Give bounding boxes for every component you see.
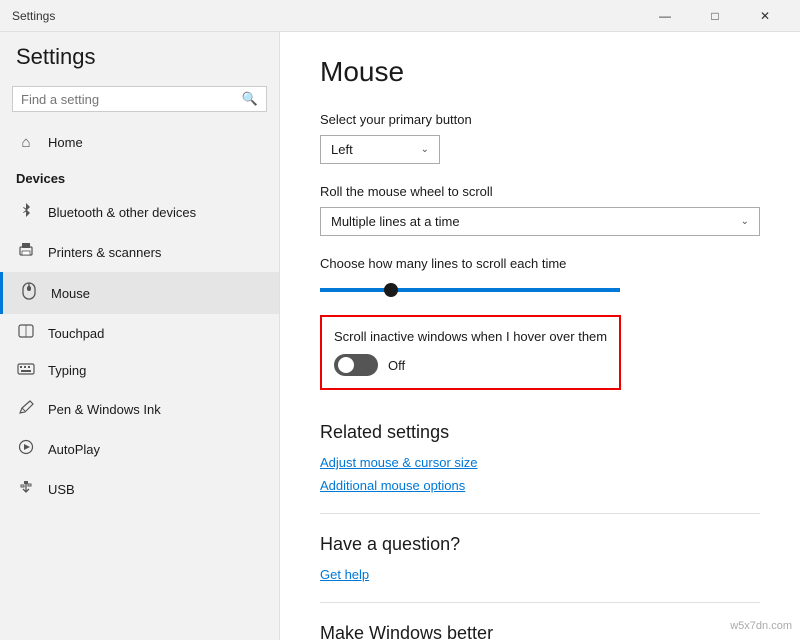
sidebar-item-usb[interactable]: USB — [0, 469, 279, 509]
search-input[interactable] — [21, 92, 242, 107]
sidebar-header: Settings — [0, 32, 279, 78]
devices-section-label: Devices — [0, 161, 279, 192]
minimize-button[interactable]: — — [642, 0, 688, 32]
sidebar-item-autoplay-label: AutoPlay — [48, 442, 100, 457]
primary-button-value: Left — [331, 142, 353, 157]
scroll-inactive-title: Scroll inactive windows when I hover ove… — [334, 329, 607, 344]
scroll-lines-slider-container — [320, 279, 760, 295]
sidebar-item-touchpad-label: Touchpad — [48, 326, 104, 341]
scroll-lines-label: Choose how many lines to scroll each tim… — [320, 256, 760, 271]
maximize-button[interactable]: □ — [692, 0, 738, 32]
scroll-wheel-arrow-icon: ⌄ — [741, 216, 749, 227]
primary-button-label: Select your primary button — [320, 112, 760, 127]
bluetooth-icon — [16, 202, 36, 222]
search-icon: 🔍 — [242, 91, 258, 107]
pen-icon — [16, 399, 36, 419]
make-better-title: Make Windows better — [320, 623, 760, 640]
sidebar-item-pen-label: Pen & Windows Ink — [48, 402, 161, 417]
main-panel: Mouse Select your primary button Left ⌄ … — [280, 0, 800, 640]
main-content: Mouse Select your primary button Left ⌄ … — [280, 32, 800, 640]
scroll-wheel-value: Multiple lines at a time — [331, 214, 460, 229]
home-icon: ⌂ — [16, 134, 36, 151]
additional-mouse-link[interactable]: Additional mouse options — [320, 478, 760, 493]
title-bar: Settings — □ ✕ — [0, 0, 800, 32]
primary-button-arrow-icon: ⌄ — [421, 144, 429, 155]
sidebar-item-typing[interactable]: Typing — [0, 352, 279, 389]
scroll-inactive-toggle[interactable] — [334, 354, 378, 376]
sidebar-item-mouse[interactable]: Mouse — [0, 272, 279, 314]
close-button[interactable]: ✕ — [742, 0, 788, 32]
get-help-link[interactable]: Get help — [320, 567, 760, 582]
sidebar: Settings 🔍 ⌂ Home Devices Bluetooth & ot… — [0, 0, 280, 640]
search-box[interactable]: 🔍 — [12, 86, 267, 112]
sidebar-item-mouse-label: Mouse — [51, 286, 90, 301]
sidebar-item-printers-label: Printers & scanners — [48, 245, 161, 260]
title-bar-controls: — □ ✕ — [642, 0, 788, 32]
sidebar-item-bluetooth-label: Bluetooth & other devices — [48, 205, 196, 220]
sidebar-item-usb-label: USB — [48, 482, 75, 497]
title-bar-title: Settings — [12, 9, 55, 23]
mouse-icon — [19, 282, 39, 304]
question-title: Have a question? — [320, 534, 760, 555]
scroll-inactive-section: Scroll inactive windows when I hover ove… — [320, 315, 621, 390]
primary-button-dropdown[interactable]: Left ⌄ — [320, 135, 440, 164]
toggle-row: Off — [334, 354, 607, 376]
autoplay-icon — [16, 439, 36, 459]
scroll-lines-slider[interactable] — [320, 288, 620, 292]
adjust-mouse-link[interactable]: Adjust mouse & cursor size — [320, 455, 760, 470]
page-title: Mouse — [320, 56, 760, 88]
watermark: w5x7dn.com — [730, 620, 792, 632]
scroll-wheel-label: Roll the mouse wheel to scroll — [320, 184, 760, 199]
scroll-wheel-dropdown[interactable]: Multiple lines at a time ⌄ — [320, 207, 760, 236]
sidebar-item-typing-label: Typing — [48, 363, 86, 378]
touchpad-icon — [16, 324, 36, 342]
sidebar-item-home-label: Home — [48, 135, 83, 150]
related-settings-title: Related settings — [320, 422, 760, 443]
sidebar-item-bluetooth[interactable]: Bluetooth & other devices — [0, 192, 279, 232]
sidebar-item-touchpad[interactable]: Touchpad — [0, 314, 279, 352]
usb-icon — [16, 479, 36, 499]
sidebar-item-home[interactable]: ⌂ Home — [0, 124, 279, 161]
sidebar-item-autoplay[interactable]: AutoPlay — [0, 429, 279, 469]
divider2 — [320, 602, 760, 603]
divider1 — [320, 513, 760, 514]
scroll-inactive-state: Off — [388, 358, 405, 373]
keyboard-icon — [16, 362, 36, 379]
sidebar-item-pen[interactable]: Pen & Windows Ink — [0, 389, 279, 429]
sidebar-item-printers[interactable]: Printers & scanners — [0, 232, 279, 272]
toggle-track — [334, 354, 378, 376]
toggle-thumb — [338, 357, 354, 373]
printer-icon — [16, 242, 36, 262]
